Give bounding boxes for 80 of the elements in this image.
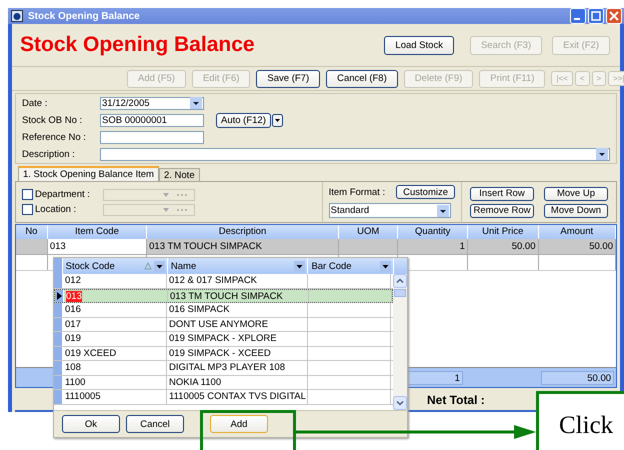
field-label: Description : (22, 148, 76, 160)
table-cell: 1 (398, 239, 468, 254)
row-action-button[interactable]: Insert Row (470, 186, 534, 200)
filter-dropdown-icon[interactable] (380, 260, 391, 272)
callout-text: Click (559, 412, 614, 440)
maximize-icon[interactable] (588, 8, 604, 24)
popup-button[interactable]: Ok (62, 415, 120, 433)
reference-no-field[interactable] (100, 130, 204, 144)
toolbar-button[interactable]: Save (F7) (256, 70, 320, 88)
lookup-row[interactable]: 013 013 TM TOUCH SIMPACK (54, 288, 393, 303)
total-cell: 50.00 (540, 370, 614, 384)
lookup-row[interactable]: 1100 NOKIA 1100 (54, 376, 393, 390)
field-label: Item Format : (328, 186, 386, 198)
table-cell: 50.00 (538, 239, 616, 254)
net-total-label: Net Total : (427, 393, 485, 407)
filter-dropdown-icon[interactable] (294, 260, 306, 272)
checkbox-label: Department : (35, 189, 91, 200)
checkbox-label: Location : (35, 204, 78, 215)
field-label: Reference No : (22, 132, 87, 142)
table-cell: 012 (65, 275, 81, 286)
table-cell: 013 (48, 239, 148, 254)
close-icon[interactable] (606, 8, 622, 24)
row-action-button[interactable]: Move Up (544, 186, 608, 200)
table-cell: 016 SIMPACK (167, 303, 308, 316)
toolbar-button[interactable]: Cancel (F8) (326, 70, 398, 88)
table-cell: 019 (65, 333, 81, 344)
tab[interactable]: 1. Stock Opening Balance Item (18, 166, 159, 181)
row-action-button[interactable]: Move Down (544, 204, 608, 218)
table-cell: NOKIA 1100 (167, 376, 308, 389)
table-cell: 019 XCEED (65, 348, 116, 358)
popup-button[interactable]: Cancel (126, 415, 184, 433)
customize-button[interactable]: Customize (396, 185, 455, 199)
date-field[interactable]: 31/12/2005 (100, 96, 204, 110)
current-row-icon (56, 292, 62, 300)
table-cell: 017 (65, 318, 81, 330)
lookup-row[interactable]: 019 XCEED 019 SIMPACK - XCEED (54, 346, 393, 361)
table-cell: 50.00 (468, 239, 538, 254)
lookup-row[interactable]: 1110005 1110005 CONTAX TVS DIGITAL (54, 390, 393, 404)
lookup-row[interactable]: 016 016 SIMPACK (54, 303, 393, 318)
item-format-dropdown[interactable]: Standard (328, 203, 451, 218)
table-cell: 1110005 CONTAX TVS DIGITAL (167, 390, 308, 404)
sort-icon (144, 262, 152, 270)
scrollbar[interactable] (393, 274, 407, 410)
checkbox[interactable] (22, 204, 33, 215)
window-title: Stock Opening Balance (28, 10, 140, 22)
tab[interactable]: 2. Note (158, 168, 200, 181)
grid-row[interactable]: 013 013 TM TOUCH SIMPACK 1 50.00 50.00 (16, 239, 616, 255)
dropdown-ellipsis-icon (160, 190, 190, 198)
popup-button[interactable]: Add (210, 415, 268, 433)
stock-ob-no-field[interactable]: SOB 00000001 (100, 114, 204, 126)
table-cell: 013 TM TOUCH SIMPACK (147, 239, 339, 254)
scroll-up-icon[interactable] (393, 274, 407, 288)
lookup-row[interactable]: 017 DONT USE ANYMORE (54, 318, 393, 332)
table-cell: DIGITAL MP3 PLAYER 108 (167, 361, 308, 374)
scroll-thumb[interactable] (394, 289, 406, 297)
table-cell: 1100 (65, 376, 86, 388)
dropdown-ellipsis-icon (160, 206, 190, 214)
field-label: Date : (22, 98, 48, 108)
table-cell: 019 SIMPACK - XPLORE (167, 332, 308, 346)
table-cell: 012 & 017 SIMPACK (167, 274, 308, 288)
table-cell: 1110005 (65, 391, 101, 402)
filter-dropdown-icon[interactable] (154, 260, 165, 272)
table-cell: 108 (65, 362, 81, 373)
checkbox[interactable] (22, 189, 33, 200)
table-cell: DONT USE ANYMORE (167, 318, 308, 331)
table-cell: 013 TM TOUCH SIMPACK (168, 290, 309, 302)
row-action-button[interactable]: Remove Row (470, 204, 534, 218)
scroll-down-icon[interactable] (393, 396, 407, 410)
field-label: Stock OB No : (22, 114, 84, 126)
form-title: Stock Opening Balance (20, 33, 256, 57)
header-button[interactable]: Load Stock (384, 36, 454, 54)
table-cell: 013 (66, 290, 82, 302)
lookup-row[interactable]: 019 019 SIMPACK - XPLORE (54, 332, 393, 346)
table-cell: 019 SIMPACK - XCEED (167, 346, 308, 360)
lookup-row[interactable]: 108 DIGITAL MP3 PLAYER 108 (54, 361, 393, 376)
auto-button[interactable]: Auto (F12) (216, 112, 271, 128)
description-field[interactable] (100, 148, 610, 160)
minimize-icon[interactable] (570, 8, 586, 24)
app-icon (11, 10, 23, 22)
table-cell: 016 (65, 304, 81, 315)
